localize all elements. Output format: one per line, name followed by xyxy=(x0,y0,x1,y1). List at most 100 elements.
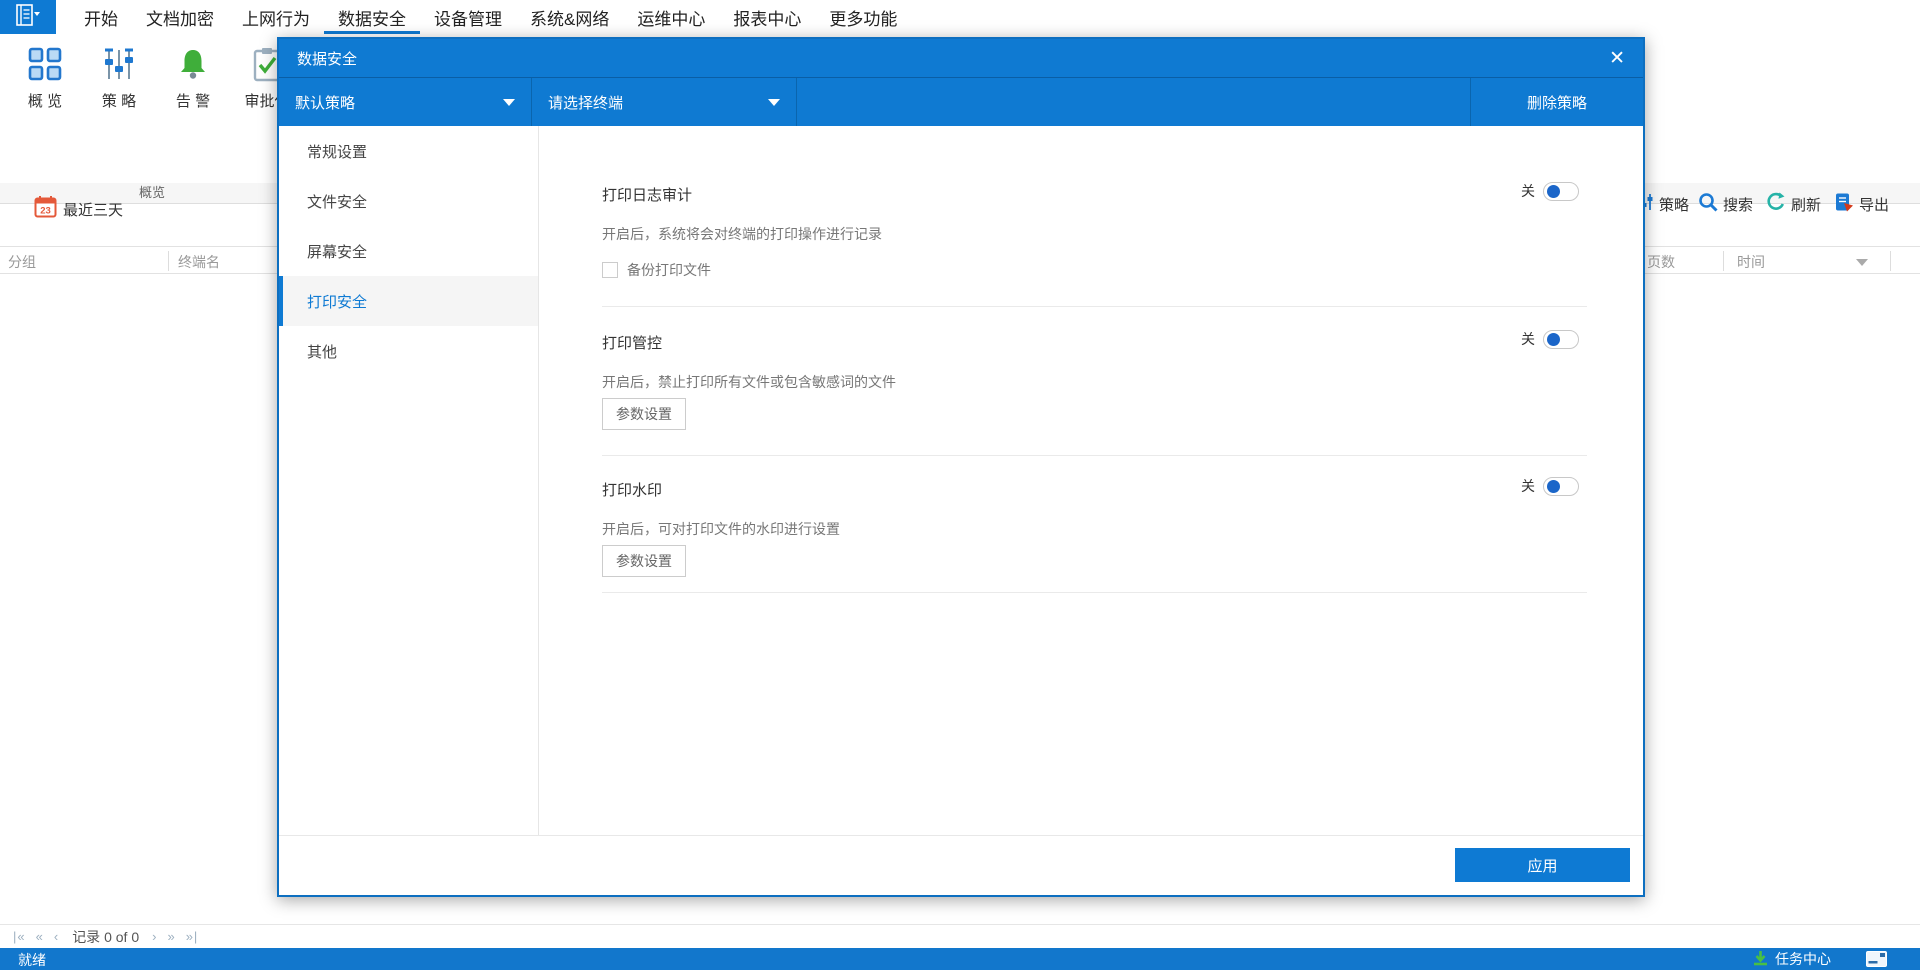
next-page-button[interactable]: › xyxy=(147,929,162,944)
toggle-knob xyxy=(1547,332,1560,346)
print-watermark-toggle[interactable] xyxy=(1543,476,1579,496)
chevron-down-icon xyxy=(768,98,780,106)
print-watermark-params-button[interactable]: 参数设置 xyxy=(602,545,686,577)
action-search-label: 搜索 xyxy=(1723,196,1754,214)
toggle-knob xyxy=(1547,184,1560,198)
backup-print-file-label: 备份打印文件 xyxy=(627,262,711,278)
export-icon xyxy=(1834,192,1854,216)
policy-select-value: 默认策略 xyxy=(295,94,356,112)
data-security-dialog: 数据安全 ✕ 默认策略 请选择终端 删除策略 常规设置 文件安全 屏幕安全 打印… xyxy=(277,37,1645,897)
checkbox-icon[interactable] xyxy=(602,262,618,278)
prev-page-button[interactable]: ‹ xyxy=(49,929,64,944)
date-range-filter[interactable]: 最近三天 xyxy=(63,199,123,220)
print-log-audit-toggle[interactable] xyxy=(1543,181,1579,201)
next-group-button[interactable]: » xyxy=(162,929,180,944)
task-center-label: 任务中心 xyxy=(1775,951,1831,967)
print-control-params-button[interactable]: 参数设置 xyxy=(602,398,686,430)
menu-item-web-behavior[interactable]: 上网行为 xyxy=(228,0,324,34)
status-bar: 就绪 任务中心 xyxy=(0,948,1920,970)
apply-button[interactable]: 应用 xyxy=(1455,848,1630,882)
column-divider[interactable] xyxy=(1890,251,1891,271)
print-control-toggle-row: 关 xyxy=(1521,329,1579,349)
section-divider xyxy=(602,455,1587,456)
prev-group-button[interactable]: « xyxy=(31,929,49,944)
calendar-icon[interactable]: 23 xyxy=(34,195,57,223)
print-watermark-title: 打印水印 xyxy=(602,482,663,499)
pagination-bar: |« « ‹ 记录 0 of 0 › » »| xyxy=(0,924,1920,948)
toggle-state-label: 关 xyxy=(1521,331,1535,347)
console-window-icon[interactable] xyxy=(1866,951,1887,970)
sidebar-item-file-security[interactable]: 文件安全 xyxy=(279,176,538,226)
print-control-toggle[interactable] xyxy=(1543,329,1579,349)
menu-item-doc-encrypt[interactable]: 文档加密 xyxy=(132,0,228,34)
column-header-terminal[interactable]: 终端名 xyxy=(178,252,220,272)
policy-label: 策 略 xyxy=(101,93,137,110)
action-export-label: 导出 xyxy=(1859,196,1890,214)
svg-text:23: 23 xyxy=(40,206,51,217)
policy-select[interactable]: 默认策略 xyxy=(279,78,532,126)
alert-label: 告 警 xyxy=(175,93,211,110)
toggle-state-label: 关 xyxy=(1521,183,1535,199)
print-control-title: 打印管控 xyxy=(602,335,663,352)
sidebar-item-screen-security[interactable]: 屏幕安全 xyxy=(279,226,538,276)
column-header-group[interactable]: 分组 xyxy=(8,252,36,272)
dialog-body: 常规设置 文件安全 屏幕安全 打印安全 其他 打印日志审计 关 开启后，系统将会… xyxy=(279,126,1643,835)
chevron-down-icon xyxy=(503,98,515,106)
menu-item-system-network[interactable]: 系统&网络 xyxy=(516,0,623,34)
dialog-footer: 应用 xyxy=(279,835,1643,895)
alert-button[interactable]: 告 警 xyxy=(156,44,230,111)
sidebar-item-other[interactable]: 其他 xyxy=(279,326,538,376)
menu-item-ops-center[interactable]: 运维中心 xyxy=(623,0,719,34)
overview-label: 概 览 xyxy=(27,93,63,110)
backup-print-file-checkbox-row[interactable]: 备份打印文件 xyxy=(602,260,711,280)
first-page-button[interactable]: |« xyxy=(8,929,31,944)
alert-bell-icon xyxy=(175,44,211,84)
action-refresh[interactable]: 刷新 xyxy=(1766,192,1821,216)
menu-item-report-center[interactable]: 报表中心 xyxy=(719,0,815,34)
toggle-knob xyxy=(1547,479,1560,493)
dialog-title-bar: 数据安全 ✕ xyxy=(279,39,1643,78)
menu-item-start[interactable]: 开始 xyxy=(70,0,132,34)
main-menu: 开始 文档加密 上网行为 数据安全 设备管理 系统&网络 运维中心 报表中心 更… xyxy=(70,0,911,34)
section-divider xyxy=(602,592,1587,593)
refresh-icon xyxy=(1766,192,1786,216)
sort-dropdown-icon[interactable] xyxy=(1856,259,1868,266)
dialog-title: 数据安全 xyxy=(297,50,358,68)
section-divider xyxy=(602,306,1587,307)
print-control-description: 开启后，禁止打印所有文件或包含敏感词的文件 xyxy=(602,374,896,390)
sidebar-item-general[interactable]: 常规设置 xyxy=(279,126,538,176)
policy-button[interactable]: 策 略 xyxy=(82,44,156,111)
action-export[interactable]: 导出 xyxy=(1834,192,1889,216)
menu-item-data-security[interactable]: 数据安全 xyxy=(324,0,420,34)
search-icon xyxy=(1698,192,1718,216)
dialog-filter-bar: 默认策略 请选择终端 删除策略 xyxy=(279,78,1643,126)
print-log-audit-title: 打印日志审计 xyxy=(602,187,693,204)
terminal-select[interactable]: 请选择终端 xyxy=(532,78,797,126)
app-menu-button[interactable] xyxy=(0,0,56,34)
close-icon[interactable]: ✕ xyxy=(1609,49,1625,68)
menu-bar: 开始 文档加密 上网行为 数据安全 设备管理 系统&网络 运维中心 报表中心 更… xyxy=(0,0,1920,34)
action-policy-label: 策略 xyxy=(1659,196,1690,214)
column-divider[interactable] xyxy=(1723,251,1724,271)
column-header-pages[interactable]: 页数 xyxy=(1647,252,1675,272)
download-arrow-icon xyxy=(1752,950,1769,969)
print-watermark-description: 开启后，可对打印文件的水印进行设置 xyxy=(602,521,840,537)
last-page-button[interactable]: »| xyxy=(181,929,204,944)
record-count-label: 记录 0 of 0 xyxy=(72,928,140,945)
dialog-sidebar: 常规设置 文件安全 屏幕安全 打印安全 其他 xyxy=(279,126,539,835)
delete-policy-button[interactable]: 删除策略 xyxy=(1470,78,1643,126)
print-watermark-toggle-row: 关 xyxy=(1521,476,1579,496)
overview-grid-icon xyxy=(27,44,63,84)
column-divider[interactable] xyxy=(168,251,169,271)
action-search[interactable]: 搜索 xyxy=(1698,192,1753,216)
print-log-audit-description: 开启后，系统将会对终端的打印操作进行记录 xyxy=(602,226,882,242)
column-header-time[interactable]: 时间 xyxy=(1737,252,1765,272)
overview-button[interactable]: 概 览 xyxy=(8,44,82,111)
menu-item-device-mgmt[interactable]: 设备管理 xyxy=(420,0,516,34)
print-security-panel: 打印日志审计 关 开启后，系统将会对终端的打印操作进行记录 备份打印文件 打印管… xyxy=(539,126,1643,835)
menu-item-more[interactable]: 更多功能 xyxy=(815,0,911,34)
sidebar-item-print-security[interactable]: 打印安全 xyxy=(279,276,538,326)
toggle-state-label: 关 xyxy=(1521,478,1535,494)
task-center-button[interactable]: 任务中心 xyxy=(1752,948,1831,970)
print-log-audit-toggle-row: 关 xyxy=(1521,181,1579,201)
